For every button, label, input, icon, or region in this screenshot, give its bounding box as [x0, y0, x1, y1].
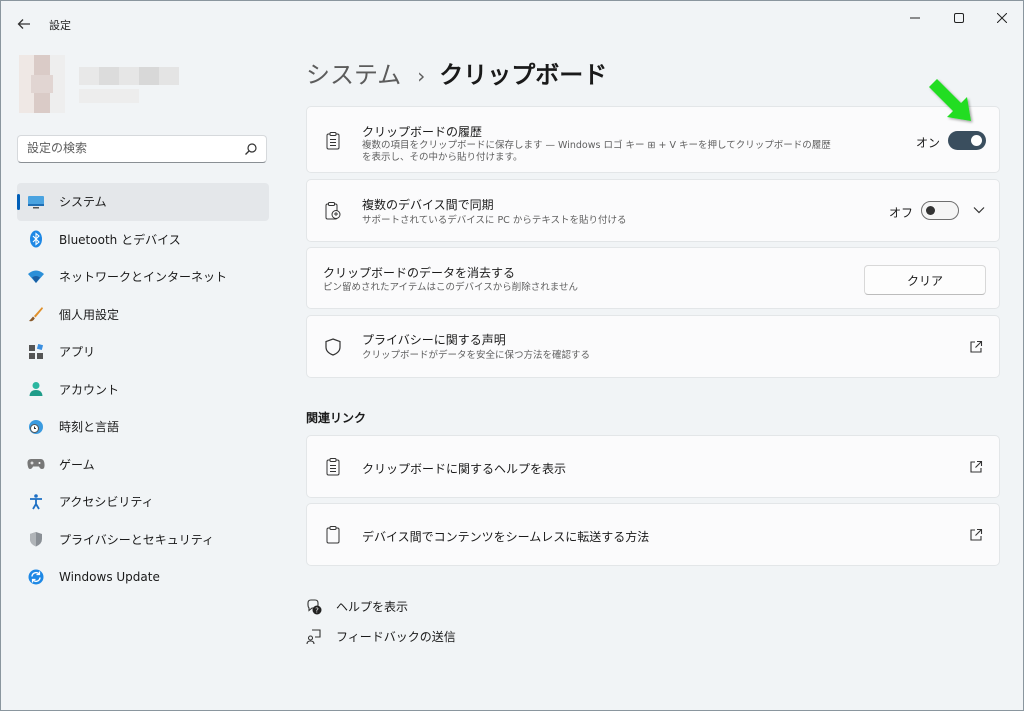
breadcrumb: システム › クリップボード [306, 55, 607, 90]
clear-button[interactable]: クリア [864, 265, 986, 295]
maximize-button[interactable] [939, 7, 979, 29]
card-description: サポートされているデバイスに PC からテキストを貼り付ける [362, 215, 627, 226]
apps-icon [27, 343, 45, 361]
minimize-button[interactable] [895, 7, 935, 29]
clipboard-list-icon [323, 131, 343, 151]
sidebar-item-system[interactable]: システム [17, 183, 269, 221]
avatar [19, 55, 65, 113]
sidebar-item-label: 個人用設定 [59, 307, 120, 322]
card-title: 複数のデバイス間で同期 [362, 198, 494, 212]
external-link-icon [970, 340, 983, 353]
sidebar-item-personalization[interactable]: 個人用設定 [17, 296, 269, 334]
search-icon[interactable] [244, 142, 258, 156]
shield-outline-icon [323, 337, 343, 357]
sidebar-item-label: プライバシーとセキュリティ [59, 532, 215, 547]
sidebar-nav: システム Bluetooth とデバイス ネットワークとインターネット 個人用設… [17, 183, 269, 596]
card-description: を表示し、その中から貼り付けます。 [362, 152, 523, 163]
chevron-down-icon[interactable] [973, 206, 985, 214]
app-title: 設定 [49, 19, 71, 32]
sidebar-item-label: Bluetooth とデバイス [59, 232, 181, 247]
settings-window: 設定 システム Bluetooth とデバイス ネットワークとイ [0, 0, 1024, 711]
breadcrumb-parent[interactable]: システム [306, 55, 401, 90]
sidebar-item-label: 時刻と言語 [59, 420, 120, 435]
privacy-statement-card[interactable]: プライバシーに関する声明 クリップボードがデータを安全に保つ方法を確認する [306, 315, 1000, 378]
card-description: 複数の項目をクリップボードに保存します — Windows ロゴ キー ⊞ + … [362, 140, 831, 151]
search-input[interactable] [27, 141, 227, 155]
svg-text:?: ? [315, 606, 319, 614]
globe-clock-icon [27, 418, 45, 436]
minimize-icon [910, 17, 920, 19]
shield-icon [27, 530, 45, 548]
blurred-user-name [79, 67, 179, 85]
back-arrow-icon [17, 19, 30, 29]
card-title: デバイス間でコンテンツをシームレスに転送する方法 [362, 530, 650, 544]
blurred-user-email [79, 89, 139, 103]
close-icon [997, 13, 1007, 23]
sidebar-item-accounts[interactable]: アカウント [17, 371, 269, 409]
bluetooth-icon [27, 230, 45, 248]
back-button[interactable] [11, 11, 37, 37]
clipboard-list-icon [323, 457, 343, 477]
card-title: クリップボードのデータを消去する [323, 266, 516, 280]
sidebar-item-gaming[interactable]: ゲーム [17, 446, 269, 484]
sidebar-item-label: ネットワークとインターネット [59, 270, 228, 285]
title-bar: 設定 [1, 1, 1023, 45]
related-link-clipboard-help[interactable]: クリップボードに関するヘルプを表示 [306, 435, 1000, 498]
card-title: クリップボードに関するヘルプを表示 [362, 462, 567, 476]
annotation-arrow-icon [929, 79, 971, 121]
maximize-icon [954, 13, 964, 23]
clear-clipboard-card: クリップボードのデータを消去する ピン留めされたアイテムはこのデバイスから削除さ… [306, 247, 1000, 309]
search-box[interactable] [17, 135, 267, 163]
sidebar-item-label: ゲーム [59, 457, 95, 472]
card-title: クリップボードの履歴 [362, 125, 483, 139]
system-icon [27, 193, 45, 211]
sidebar-item-apps[interactable]: アプリ [17, 333, 269, 371]
toggle-knob [926, 206, 935, 215]
sidebar-item-windows-update[interactable]: Windows Update [17, 558, 269, 596]
active-indicator [17, 194, 20, 210]
gamepad-icon [27, 455, 45, 473]
sidebar-item-time-language[interactable]: 時刻と言語 [17, 408, 269, 446]
clipboard-sync-icon [323, 201, 343, 221]
sidebar-item-network[interactable]: ネットワークとインターネット [17, 258, 269, 296]
card-title: プライバシーに関する声明 [362, 333, 506, 347]
help-icon: ? [307, 598, 322, 614]
sidebar-item-label: アクセシビリティ [59, 495, 154, 510]
toggle-knob [971, 135, 982, 146]
sidebar-item-privacy-security[interactable]: プライバシーとセキュリティ [17, 521, 269, 559]
external-link-icon [970, 528, 983, 541]
sidebar-item-label: アカウント [59, 382, 120, 397]
sidebar-item-accessibility[interactable]: アクセシビリティ [17, 483, 269, 521]
sync-devices-card[interactable]: 複数のデバイス間で同期 サポートされているデバイスに PC からテキストを貼り付… [306, 179, 1000, 242]
external-link-icon [970, 460, 983, 473]
toggle-state-label: オフ [889, 206, 914, 220]
clipboard-history-card: クリップボードの履歴 複数の項目をクリップボードに保存します — Windows… [306, 106, 1000, 173]
clipboard-icon [323, 525, 343, 545]
close-button[interactable] [982, 7, 1022, 29]
wifi-icon [27, 268, 45, 286]
card-description: ピン留めされたアイテムはこのデバイスから削除されません [323, 282, 578, 293]
toggle-state-label: オン [916, 136, 941, 150]
card-description: クリップボードがデータを安全に保つ方法を確認する [362, 350, 591, 361]
sidebar-item-bluetooth[interactable]: Bluetooth とデバイス [17, 221, 269, 259]
sidebar-item-label: システム [59, 195, 107, 210]
account-icon [27, 380, 45, 398]
sync-devices-toggle[interactable] [921, 201, 959, 220]
breadcrumb-separator: › [417, 64, 426, 88]
feedback-icon [306, 628, 321, 644]
get-help-link[interactable]: ? ヘルプを表示 [306, 598, 408, 615]
feedback-label: フィードバックの送信 [336, 630, 456, 644]
accessibility-icon [27, 493, 45, 511]
clipboard-history-toggle[interactable] [948, 131, 986, 150]
page-title: クリップボード [439, 61, 608, 89]
brush-icon [27, 305, 45, 323]
feedback-link[interactable]: フィードバックの送信 [306, 628, 456, 645]
related-link-transfer-content[interactable]: デバイス間でコンテンツをシームレスに転送する方法 [306, 503, 1000, 566]
sidebar-item-label: アプリ [59, 345, 96, 360]
update-icon [27, 568, 45, 586]
related-links-heading: 関連リンク [306, 411, 367, 425]
sidebar-item-label: Windows Update [59, 569, 160, 584]
help-label: ヘルプを表示 [336, 600, 409, 614]
